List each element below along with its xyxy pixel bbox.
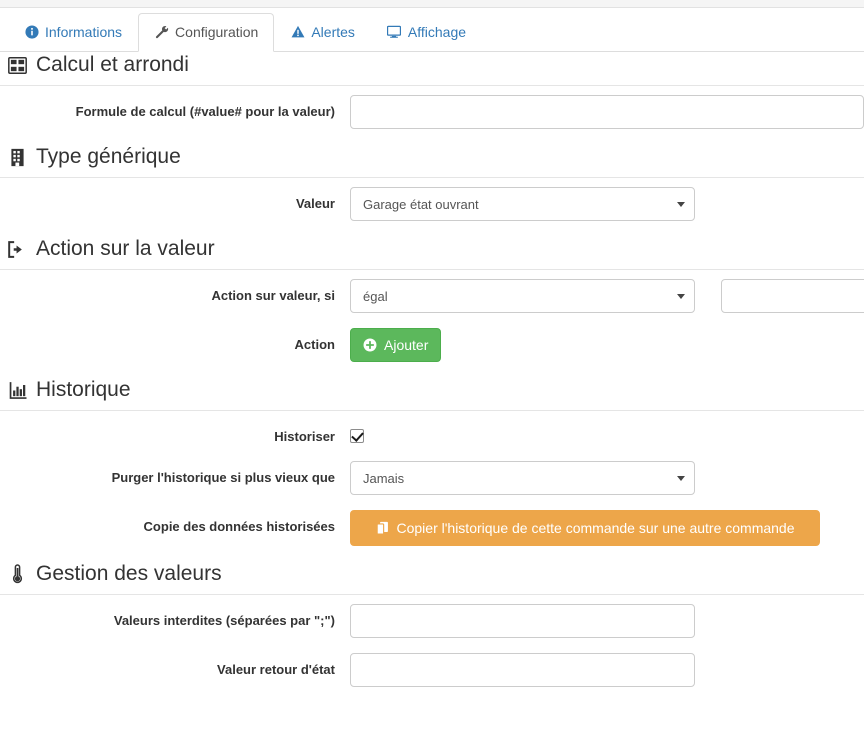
tab-list: Informations Configuration Alertes Affic… bbox=[8, 13, 482, 52]
action-condition-label: Action sur valeur, si bbox=[211, 288, 335, 303]
valeur-select-wrap: Garage état ouvrant bbox=[350, 187, 695, 221]
valeur-label: Valeur bbox=[295, 196, 335, 211]
section-historique-header: Historique bbox=[0, 377, 864, 411]
section-type-generique: Type générique Valeur Garage état ouvran… bbox=[0, 144, 864, 221]
valeurs-interdites-control bbox=[350, 604, 864, 638]
formule-label: Formule de calcul (#value# pour la valeu… bbox=[75, 104, 335, 119]
section-historique: Historique Historiser Purger l'historiqu… bbox=[0, 377, 864, 546]
copie-control: Copier l'historique de cette commande su… bbox=[350, 510, 864, 546]
thermometer-icon bbox=[8, 564, 27, 585]
warning-triangle-icon bbox=[290, 25, 305, 40]
row-action-condition: Action sur valeur, si égal bbox=[0, 279, 864, 313]
valeur-retour-control bbox=[350, 653, 864, 687]
section-action-title: Action sur la valeur bbox=[36, 237, 215, 260]
section-action-body: Action sur valeur, si égal Action Ajoute… bbox=[0, 270, 864, 362]
valeur-retour-label: Valeur retour d'état bbox=[217, 662, 335, 677]
bar-chart-icon bbox=[8, 380, 27, 401]
top-strip bbox=[0, 0, 864, 8]
copy-history-button[interactable]: Copier l'historique de cette commande su… bbox=[350, 510, 820, 546]
section-gestion-header: Gestion des valeurs bbox=[0, 561, 864, 595]
tab-informations[interactable]: Informations bbox=[8, 13, 138, 52]
add-action-button-label: Ajouter bbox=[384, 337, 429, 353]
historiser-control bbox=[350, 420, 864, 443]
tab-bar: Informations Configuration Alertes Affic… bbox=[0, 8, 864, 52]
row-copie: Copie des données historisées Copier l'h… bbox=[0, 510, 864, 546]
section-action: Action sur la valeur Action sur valeur, … bbox=[0, 236, 864, 362]
row-formule: Formule de calcul (#value# pour la valeu… bbox=[0, 95, 864, 129]
tab-informations-label: Informations bbox=[45, 24, 123, 40]
section-action-header: Action sur la valeur bbox=[0, 236, 864, 270]
historiser-label: Historiser bbox=[274, 429, 335, 444]
add-action-button[interactable]: Ajouter bbox=[350, 328, 442, 362]
wrench-icon bbox=[154, 25, 169, 40]
action-condition-value-input[interactable] bbox=[721, 279, 864, 313]
info-circle-icon bbox=[24, 25, 39, 40]
building-icon bbox=[8, 147, 27, 168]
configuration-panel: Calcul et arrondi Formule de calcul (#va… bbox=[0, 52, 864, 702]
row-action-button: Action Ajouter bbox=[0, 328, 864, 362]
row-historiser: Historiser bbox=[0, 420, 864, 446]
purge-select[interactable]: Jamais bbox=[350, 461, 695, 495]
section-calcul: Calcul et arrondi Formule de calcul (#va… bbox=[0, 52, 864, 129]
section-gestion-body: Valeurs interdites (séparées par ";") Va… bbox=[0, 595, 864, 687]
tab-affichage-label: Affichage bbox=[407, 24, 467, 40]
valeurs-interdites-input[interactable] bbox=[350, 604, 695, 638]
section-type-generique-header: Type générique bbox=[0, 144, 864, 178]
valeur-retour-input[interactable] bbox=[350, 653, 695, 687]
row-purge: Purger l'historique si plus vieux que Ja… bbox=[0, 461, 864, 495]
action-condition-select-wrap: égal bbox=[350, 279, 695, 313]
plus-circle-icon bbox=[363, 338, 377, 352]
tab-configuration[interactable]: Configuration bbox=[138, 13, 275, 52]
section-type-generique-title: Type générique bbox=[36, 145, 181, 168]
section-gestion-title: Gestion des valeurs bbox=[36, 562, 222, 585]
section-type-generique-body: Valeur Garage état ouvrant bbox=[0, 178, 864, 221]
table-icon bbox=[8, 55, 27, 76]
valeur-control: Garage état ouvrant bbox=[350, 187, 864, 221]
tab-configuration-label: Configuration bbox=[175, 24, 259, 40]
valeurs-interdites-label: Valeurs interdites (séparées par ";") bbox=[113, 613, 335, 628]
purge-select-wrap: Jamais bbox=[350, 461, 695, 495]
tab-affichage[interactable]: Affichage bbox=[371, 13, 482, 52]
section-historique-title: Historique bbox=[36, 378, 131, 401]
sign-out-icon bbox=[8, 239, 27, 260]
row-valeur-retour: Valeur retour d'état bbox=[0, 653, 864, 687]
configuration-page: Informations Configuration Alertes Affic… bbox=[0, 0, 864, 751]
action-condition-select[interactable]: égal bbox=[350, 279, 695, 313]
tab-alertes-label: Alertes bbox=[311, 24, 355, 40]
valeur-select[interactable]: Garage état ouvrant bbox=[350, 187, 695, 221]
section-gestion: Gestion des valeurs Valeurs interdites (… bbox=[0, 561, 864, 687]
action-label: Action bbox=[294, 337, 335, 352]
historiser-checkbox[interactable] bbox=[350, 429, 364, 443]
purge-label: Purger l'historique si plus vieux que bbox=[111, 470, 335, 485]
desktop-icon bbox=[387, 25, 402, 40]
section-calcul-title: Calcul et arrondi bbox=[36, 53, 189, 76]
section-calcul-header: Calcul et arrondi bbox=[0, 52, 864, 86]
action-condition-control: égal bbox=[350, 279, 864, 313]
section-historique-body: Historiser Purger l'historique si plus v… bbox=[0, 411, 864, 546]
copy-icon bbox=[376, 521, 390, 535]
action-button-control: Ajouter bbox=[350, 328, 864, 362]
purge-control: Jamais bbox=[350, 461, 864, 495]
formule-input[interactable] bbox=[350, 95, 864, 129]
tab-alertes[interactable]: Alertes bbox=[274, 13, 371, 52]
row-valeur: Valeur Garage état ouvrant bbox=[0, 187, 864, 221]
section-calcul-body: Formule de calcul (#value# pour la valeu… bbox=[0, 86, 864, 129]
copy-history-button-label: Copier l'historique de cette commande su… bbox=[396, 520, 795, 536]
copie-label: Copie des données historisées bbox=[143, 519, 335, 534]
formule-control bbox=[350, 95, 864, 129]
row-valeurs-interdites: Valeurs interdites (séparées par ";") bbox=[0, 604, 864, 638]
